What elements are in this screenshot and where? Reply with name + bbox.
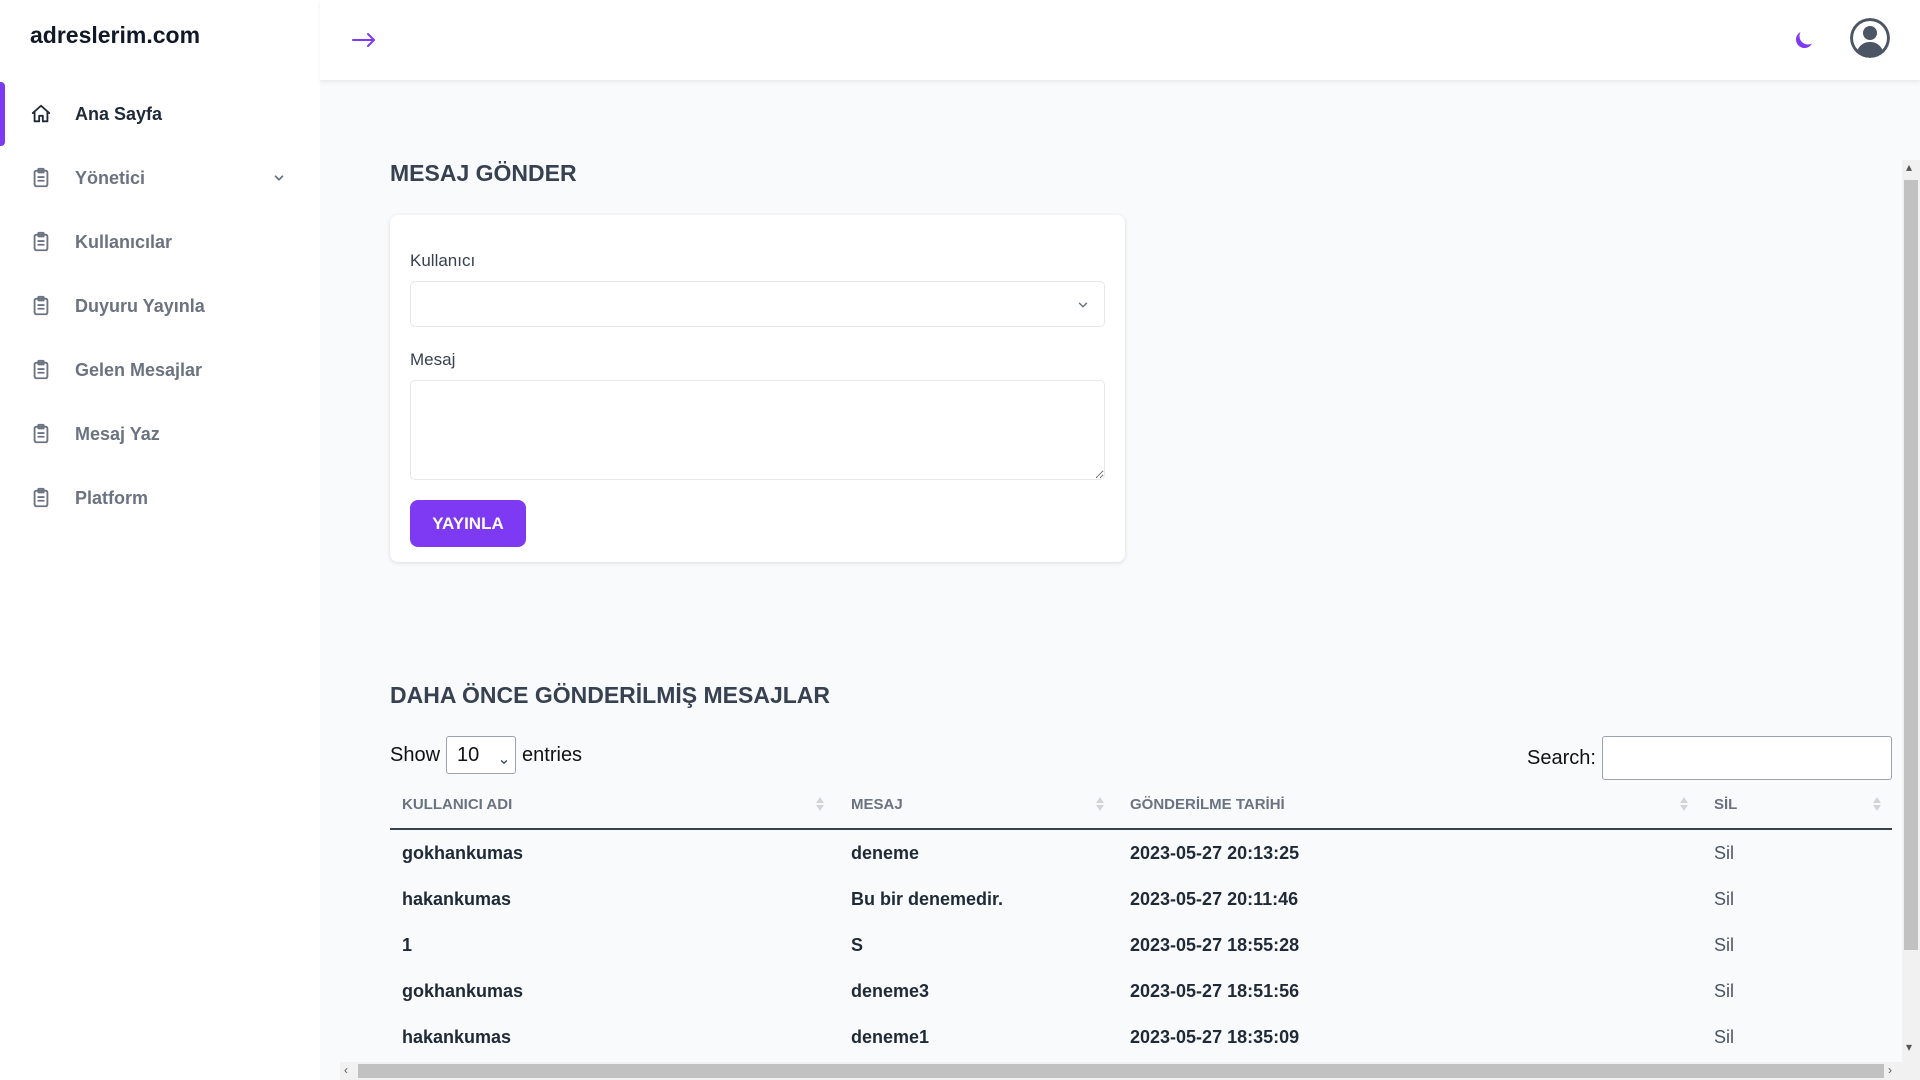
sidebar-item-mesaj-yaz[interactable]: Mesaj Yaz <box>0 402 320 466</box>
cell-username: gokhankumas <box>402 843 524 863</box>
entries-select-value: 10 <box>457 743 480 766</box>
sidebar-item-label: Yönetici <box>75 167 146 188</box>
sidebar-item-label: Gelen Mesajlar <box>75 359 203 380</box>
sidebar-item-label: Mesaj Yaz <box>75 423 160 444</box>
page-title: MESAJ GÖNDER <box>390 160 577 186</box>
vertical-scroll-thumb[interactable] <box>1904 180 1918 950</box>
scroll-up-icon[interactable]: ▴ <box>1906 160 1912 174</box>
clipboard-icon <box>30 167 52 189</box>
sort-icon[interactable] <box>815 794 825 814</box>
clipboard-icon <box>30 359 52 381</box>
table-row: gokhankumas deneme 2023-05-27 20:13:25 S… <box>390 830 1892 876</box>
horizontal-scrollbar[interactable]: ‹ › <box>340 1062 1902 1080</box>
entries-label: entries <box>522 743 583 766</box>
delete-link[interactable]: Sil <box>1714 843 1734 864</box>
entries-length-control: Show 10 entries <box>390 736 582 774</box>
message-form-card: Kullanıcı Mesaj YAYINLA <box>390 215 1125 562</box>
table-row: hakankumas Bu bir denemedir. 2023-05-27 … <box>390 876 1892 922</box>
chevron-down-icon <box>1076 298 1090 312</box>
cell-username: gokhankumas <box>402 981 524 1001</box>
show-label: Show <box>390 743 441 766</box>
user-field-label: Kullanıcı <box>410 251 476 270</box>
cell-username: hakankumas <box>402 889 512 909</box>
sidebar-item-gelen-mesajlar[interactable]: Gelen Mesajlar <box>0 338 320 402</box>
sort-icon[interactable] <box>1095 794 1105 814</box>
user-avatar-icon[interactable] <box>1850 18 1890 58</box>
entries-select[interactable]: 10 <box>446 736 517 774</box>
column-header-message[interactable]: MESAJ <box>851 796 903 813</box>
scroll-right-icon[interactable]: › <box>1888 1063 1892 1077</box>
cell-message: S <box>851 935 864 955</box>
cell-username: hakankumas <box>402 1027 512 1047</box>
horizontal-scroll-thumb[interactable] <box>358 1064 1884 1078</box>
sidebar-nav: Ana Sayfa Yönetici Kullanıcılar Duyuru Y… <box>0 82 320 530</box>
search-label: Search: <box>1527 746 1596 769</box>
cell-date: 2023-05-27 18:35:09 <box>1130 1027 1300 1047</box>
messages-section-title: DAHA ÖNCE GÖNDERİLMİŞ MESAJLAR <box>390 682 830 708</box>
vertical-scrollbar[interactable]: ▴ ▾ <box>1902 160 1920 1080</box>
delete-link[interactable]: Sil <box>1714 1027 1734 1048</box>
clipboard-icon <box>30 487 52 509</box>
sidebar-item-label: Kullanıcılar <box>75 231 173 252</box>
scroll-down-icon[interactable]: ▾ <box>1906 1040 1912 1054</box>
column-header-username[interactable]: KULLANICI ADI <box>402 796 512 813</box>
cell-message: Bu bir denemedir. <box>851 889 1004 909</box>
column-header-date[interactable]: GÖNDERİLME TARİHİ <box>1130 796 1285 813</box>
sidebar-item-kullanicilar[interactable]: Kullanıcılar <box>0 210 320 274</box>
cell-date: 2023-05-27 18:55:28 <box>1130 935 1300 955</box>
cell-message: deneme1 <box>851 1027 930 1047</box>
scroll-left-icon[interactable]: ‹ <box>344 1063 348 1077</box>
sidebar: adreslerim.com Ana Sayfa Yönetici Kullan… <box>0 0 320 1080</box>
sidebar-item-platform[interactable]: Platform <box>0 466 320 530</box>
messages-table: KULLANICI ADI MESAJ GÖNDERİLME TARİHİ Sİ… <box>390 782 1892 1060</box>
cell-username: 1 <box>402 935 413 955</box>
clipboard-icon <box>30 423 52 445</box>
top-header <box>320 0 1920 80</box>
arrow-right-icon[interactable] <box>350 28 378 52</box>
sidebar-item-yonetici[interactable]: Yönetici <box>0 146 320 210</box>
search-input[interactable] <box>1601 736 1892 780</box>
message-field-label: Mesaj <box>410 350 456 369</box>
clipboard-icon <box>30 295 52 317</box>
chevron-down-icon[interactable] <box>272 171 286 185</box>
publish-button[interactable]: YAYINLA <box>410 500 526 547</box>
delete-link[interactable]: Sil <box>1714 981 1734 1002</box>
sidebar-item-ana-sayfa[interactable]: Ana Sayfa <box>0 82 320 146</box>
user-select[interactable] <box>410 281 1105 327</box>
table-row: gokhankumas deneme3 2023-05-27 18:51:56 … <box>390 968 1892 1014</box>
chevron-down-icon <box>499 750 509 764</box>
brand-logo[interactable]: adreslerim.com <box>30 22 200 49</box>
sidebar-item-label: Ana Sayfa <box>75 103 163 124</box>
table-row: 1 S 2023-05-27 18:55:28 Sil <box>390 922 1892 968</box>
column-header-delete[interactable]: SİL <box>1714 796 1737 813</box>
sidebar-item-label: Platform <box>75 487 149 508</box>
home-icon <box>30 103 52 125</box>
cell-date: 2023-05-27 20:13:25 <box>1130 843 1300 863</box>
cell-message: deneme <box>851 843 920 863</box>
table-search: Search: <box>1527 736 1892 780</box>
cell-message: deneme3 <box>851 981 930 1001</box>
table-row: hakankumas deneme1 2023-05-27 18:35:09 S… <box>390 1014 1892 1060</box>
sort-icon[interactable] <box>1679 794 1689 814</box>
sort-icon[interactable] <box>1872 794 1882 814</box>
sidebar-item-label: Duyuru Yayınla <box>75 295 205 316</box>
delete-link[interactable]: Sil <box>1714 889 1734 910</box>
cell-date: 2023-05-27 20:11:46 <box>1130 889 1299 909</box>
cell-date: 2023-05-27 18:51:56 <box>1130 981 1300 1001</box>
clipboard-icon <box>30 231 52 253</box>
moon-icon[interactable] <box>1792 28 1816 52</box>
table-header: KULLANICI ADI MESAJ GÖNDERİLME TARİHİ Sİ… <box>390 782 1892 830</box>
message-textarea[interactable] <box>410 380 1105 480</box>
delete-link[interactable]: Sil <box>1714 935 1734 956</box>
sidebar-item-duyuru-yayinla[interactable]: Duyuru Yayınla <box>0 274 320 338</box>
